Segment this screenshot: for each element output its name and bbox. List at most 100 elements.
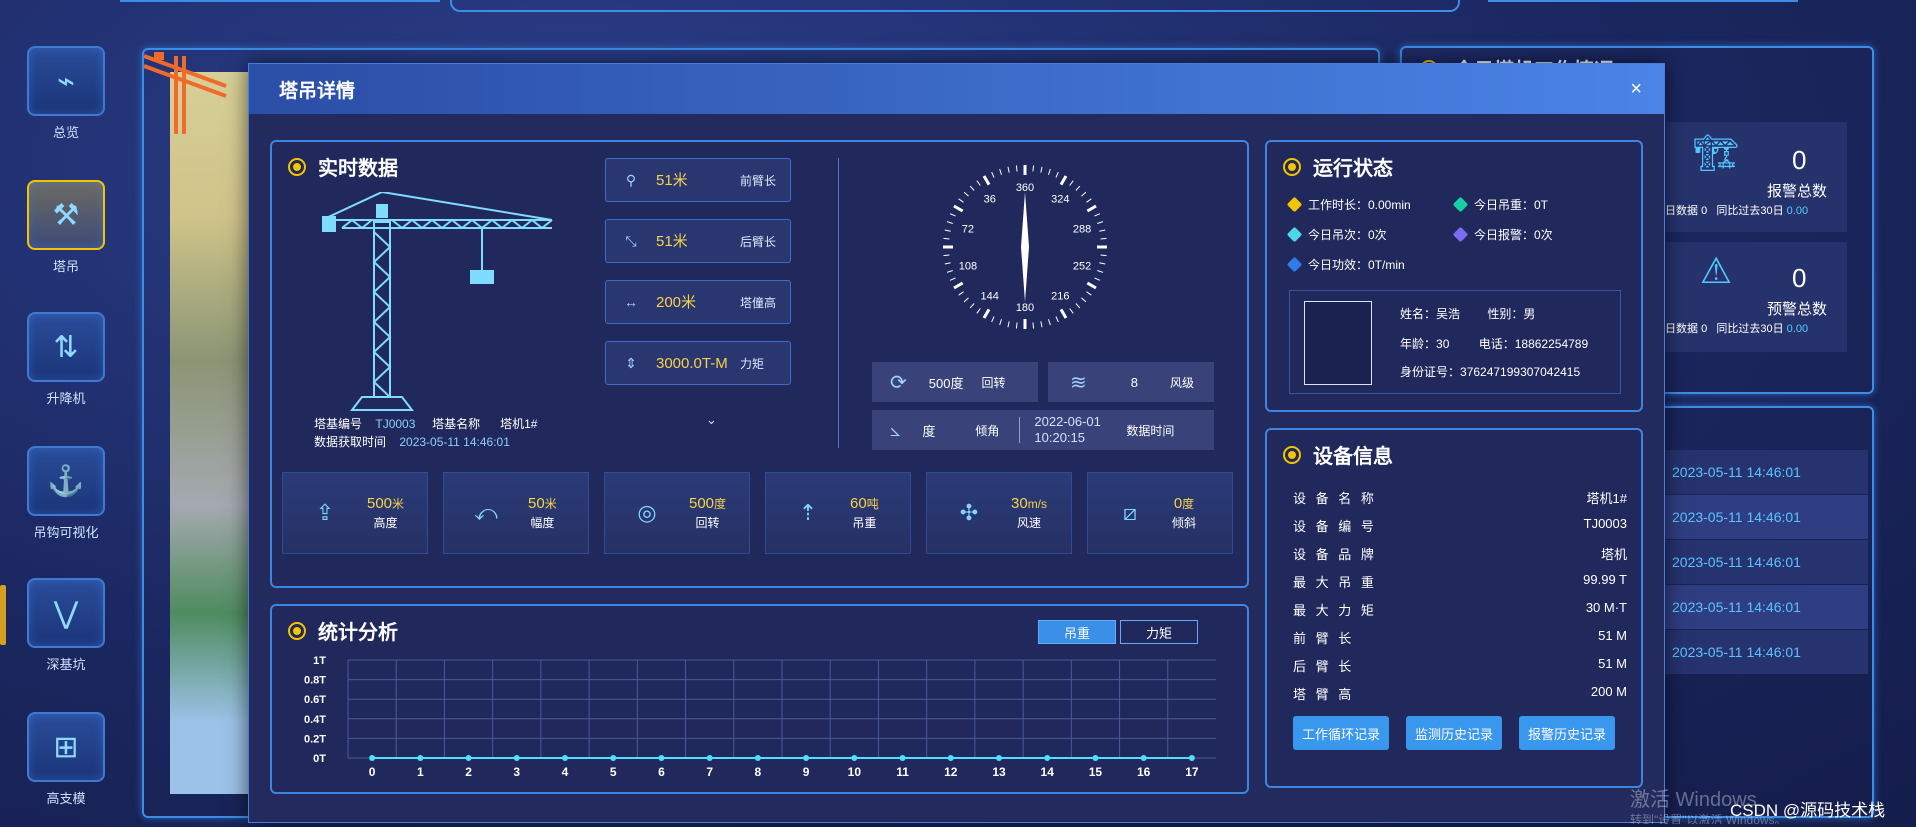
- record-time: 2023-05-11 14:46:01: [1672, 464, 1801, 480]
- work-cycle-button[interactable]: 工作循环记录: [1293, 716, 1389, 750]
- chevron-down-icon[interactable]: ⌄: [706, 412, 717, 428]
- data-point: [1140, 755, 1147, 761]
- crane-detail-modal: 塔吊详情 × 实时数据 塔基编号 TJ0003 塔基名称 塔机1# 数据获取时间…: [248, 63, 1665, 823]
- param-前臂长: ⚲ 51米 前臂长: [605, 158, 791, 202]
- data-point: [996, 755, 1002, 761]
- record-time: 2023-05-11 14:46:01: [1672, 554, 1801, 570]
- device-label: 设 备 名 称: [1293, 491, 1377, 506]
- rotate-box: ⟳ 500度 回转: [872, 362, 1038, 402]
- x-tick-label: 6: [658, 765, 665, 779]
- metric-label: 幅度: [530, 516, 555, 530]
- tilt-label: 倾角: [975, 423, 1000, 438]
- compass-gauge: 1802162522883243603672108144: [943, 165, 1107, 329]
- metric-value: 500: [367, 495, 393, 512]
- y-tick-label: 0.4T: [304, 714, 326, 726]
- compass-tick: [946, 270, 953, 273]
- warning-total-label: 预警总数: [1767, 301, 1828, 318]
- compass-tick: [1059, 308, 1068, 319]
- y-tick-label: 0.2T: [304, 733, 326, 745]
- data-point: [899, 755, 906, 761]
- warning-compare-row: 日数据 0 同比过去30日 0.00: [1665, 323, 1809, 335]
- alarm-total-value: 0: [1792, 145, 1807, 175]
- alarm-crane-icon: 🏗: [1693, 132, 1739, 173]
- data-point: [610, 755, 617, 761]
- base-name-value: 塔机1#: [500, 417, 538, 431]
- nav-item-3[interactable]: ⚓ 吊钩可视化: [24, 446, 108, 541]
- title-dot-icon: [288, 157, 306, 176]
- hook-icon[interactable]: ⚓: [27, 446, 105, 516]
- wind-icon: ≋: [1070, 371, 1087, 394]
- left-edge-handle[interactable]: [0, 585, 6, 645]
- x-tick-label: 1: [417, 765, 424, 779]
- rotate-icon: ⟳: [890, 371, 907, 394]
- monitor-icon[interactable]: ⌁: [27, 46, 105, 116]
- nav-item-2[interactable]: ⇅ 升降机: [24, 312, 108, 407]
- status-item: 今日吊重：0T: [1452, 196, 1548, 213]
- metric-value: 30: [1011, 495, 1028, 512]
- compass-tick: [1015, 322, 1018, 329]
- device-value: 51 M: [1598, 656, 1627, 671]
- device-title: 设备信息: [1283, 440, 1393, 469]
- param-value: 3000.0T-M: [656, 354, 728, 372]
- device-row: 设 备 品 牌 塔机: [1293, 544, 1627, 563]
- base-no-value: TJ0003: [375, 417, 416, 431]
- y-tick-label: 0T: [313, 753, 326, 765]
- rear-arm-icon: ⤡: [625, 232, 637, 249]
- base-info-row: 塔基编号 TJ0003 塔基名称 塔机1#: [314, 415, 537, 432]
- formwork-icon[interactable]: ⊞: [27, 712, 105, 782]
- nav-label: 吊钩可视化: [33, 525, 99, 540]
- compass-tick: [1075, 303, 1081, 309]
- metric-card-幅度: ⤺ 50米 幅度: [443, 472, 589, 554]
- close-icon[interactable]: ×: [1630, 78, 1642, 101]
- compass-tick: [1069, 308, 1074, 314]
- device-value: TJ0003: [1583, 516, 1627, 531]
- compass-tick: [944, 262, 951, 265]
- x-tick-label: 12: [944, 765, 958, 779]
- title-dot-icon: [1283, 445, 1301, 464]
- param-力矩: ⇕ 3000.0T-M 力矩: [605, 341, 791, 385]
- nav-label: 塔吊: [52, 259, 79, 274]
- compass-needle: [1021, 192, 1029, 302]
- nav-item-1[interactable]: ⚒ 塔吊: [24, 180, 108, 275]
- tilt-time-box: ⦣ 度 倾角 2022-06-01 10:20:15 数据时间: [872, 410, 1214, 450]
- hexagon-icon: [1452, 196, 1469, 213]
- top-header-decoration: [0, 0, 1916, 14]
- divider: [1019, 417, 1021, 443]
- nav-label: 总览: [52, 125, 79, 140]
- foundation-pit-icon[interactable]: ⋁: [27, 578, 105, 648]
- status-title: 运行状态: [1283, 152, 1393, 181]
- compass-tick: [1040, 321, 1043, 328]
- toggle-torque[interactable]: 力矩: [1120, 620, 1198, 644]
- data-point: [851, 755, 858, 761]
- csdn-watermark: CSDN @源码技术栈: [1730, 801, 1886, 820]
- monitor-history-button[interactable]: 监测历史记录: [1406, 716, 1502, 750]
- status-item: 今日功效：0T/min: [1286, 256, 1405, 273]
- compass-label: 324: [1051, 193, 1069, 205]
- x-tick-label: 10: [848, 765, 862, 779]
- device-label: 塔 臂 高: [1293, 687, 1355, 702]
- alarm-history-button[interactable]: 报警历史记录: [1519, 716, 1615, 750]
- compass-tick: [949, 213, 956, 217]
- metric-label: 风速: [1017, 516, 1042, 530]
- fan-icon: ✣: [959, 500, 979, 525]
- param-value: 51米: [656, 171, 688, 189]
- compass-tick: [1007, 321, 1010, 328]
- compass-tick: [976, 308, 981, 314]
- operator-id-row: 身份证号：376247199307042415: [1400, 365, 1581, 379]
- device-value: 99.99 T: [1583, 572, 1627, 587]
- stats-title: 统计分析: [288, 616, 398, 645]
- front-arm-icon: ⚲: [625, 171, 637, 188]
- data-time-value: 2022-06-01 10:20:15: [1034, 414, 1101, 445]
- compass-tick: [999, 319, 1002, 326]
- compass-tick: [953, 204, 964, 213]
- status-panel: 运行状态 工作时长：0.00min 今日吊重：0T 今日吊次：0次 今日报警：0次 今日…: [1265, 140, 1643, 412]
- elevator-icon[interactable]: ⇅: [27, 312, 105, 382]
- nav-item-0[interactable]: ⌁ 总览: [24, 46, 108, 141]
- data-point: [1044, 755, 1051, 761]
- compass-tick: [1032, 322, 1035, 329]
- tower-crane-icon[interactable]: ⚒: [27, 180, 105, 250]
- operator-photo: [1304, 301, 1372, 385]
- nav-item-4[interactable]: ⋁ 深基坑: [24, 578, 108, 673]
- nav-item-5[interactable]: ⊞ 高支模: [24, 712, 108, 807]
- toggle-load[interactable]: 吊重: [1038, 620, 1116, 644]
